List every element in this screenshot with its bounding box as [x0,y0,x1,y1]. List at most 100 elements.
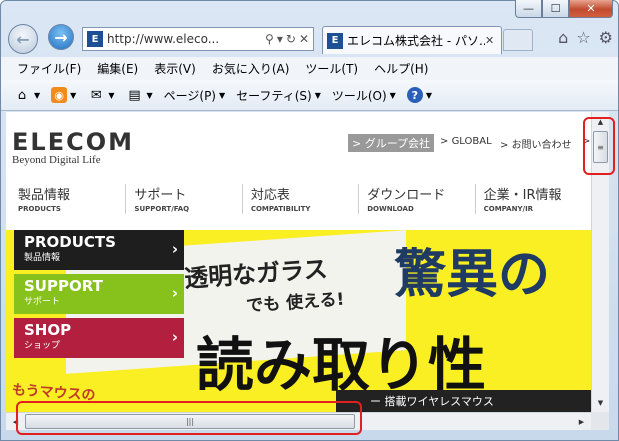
safety-menu-label: セーフティ(S) [236,88,312,103]
elecom-favicon-icon: E [87,31,103,47]
scroll-down-arrow-icon[interactable]: ▼ [592,394,609,411]
main-nav: 製品情報 PRODUCTS サポート SUPPORT/FAQ 対応表 COMPATIB… [12,184,591,214]
search-icon[interactable]: ⚲ [265,32,274,46]
nav-compatibility-jp: 対応表 [250,188,290,203]
back-arrow-icon: ← [16,29,30,49]
page-menu-label: ページ(P) [163,88,216,103]
url-text[interactable]: http://www.eleco... [107,32,265,46]
refresh-icon[interactable]: ↻ [286,32,296,46]
nav-support-en: SUPPORT/FAQ [134,205,190,213]
back-button[interactable]: ← [8,24,38,54]
chevron-down-icon: ▼ [34,90,41,100]
hero-strip-text: ー 搭載ワイヤレスマウス [336,390,591,412]
nav-download-jp: ダウンロード [367,188,446,203]
stop-icon[interactable]: ✕ [299,32,309,46]
hero-surprise-text: 驚異の [394,244,551,305]
tagline: Beyond Digital Life [12,154,101,166]
home-icon: ⌂ [17,87,27,103]
global-label: GLOBAL [451,136,492,147]
tab-title: エレコム株式会社 - パソ... [347,34,485,48]
menu-favorites[interactable]: お気に入り(A) [204,60,298,77]
scrollbar-corner [591,412,609,430]
nav-compatibility[interactable]: 対応表 COMPATIBILITY [241,184,358,214]
scroll-up-arrow-icon[interactable]: ▲ [592,113,609,130]
more-link[interactable]: > [582,136,590,147]
tools-gear-icon[interactable]: ⚙ [599,28,613,47]
chevron-down-icon: ▼ [146,90,153,100]
safety-menu[interactable]: セーフティ(S) ▼ [232,87,325,104]
nav-download[interactable]: ダウンロード DOWNLOAD [358,184,474,214]
side-button-products[interactable]: PRODUCTS 製品情報 › [14,230,184,270]
chevron-down-icon: ▼ [108,90,115,100]
group-companies-link[interactable]: > グループ会社 [348,134,434,152]
mail-icon: ✉ [90,87,102,103]
window-caption-buttons: — ☐ ✕ [515,0,613,18]
home-command[interactable]: ⌂ ▼ [9,86,44,104]
contact-label: お問い合わせ [511,140,572,151]
horizontal-scrollbar[interactable]: ◀ ||| ▶ [6,412,591,430]
tab-elecom[interactable]: E エレコム株式会社 - パソ... ✕ [322,26,502,54]
nav-company-jp: 企業・IR情報 [483,188,562,203]
vertical-scrollbar[interactable]: ▲ ≡ ▼ [591,112,609,412]
print-command[interactable]: ▤ ▼ [121,86,156,104]
side-support-en: SUPPORT [24,277,103,295]
tab-close-icon[interactable]: ✕ [485,34,501,47]
nav-products-en: PRODUCTS [18,205,61,213]
scroll-left-arrow-icon[interactable]: ◀ [7,413,24,430]
address-bar[interactable]: E http://www.eleco... ⚲ ▾ ↻ ✕ [82,27,314,51]
elecom-logo[interactable]: ELECOM [12,128,134,156]
tab-favicon-icon: E [327,32,343,49]
nav-compatibility-en: COMPATIBILITY [250,205,311,213]
group-companies-label: グループ会社 [364,137,431,150]
side-shop-jp: ショップ [24,341,61,351]
chevron-down-icon: ▼ [314,90,321,100]
hero-mouse-text: もうマウスの [11,382,96,404]
tools-menu[interactable]: ツール(O) ▼ [328,87,400,104]
minimize-button[interactable]: — [515,0,542,18]
page-menu[interactable]: ページ(P) ▼ [160,87,230,104]
nav-company[interactable]: 企業・IR情報 COMPANY/IR [474,184,591,214]
menu-bar: ファイル(F) 編集(E) 表示(V) お気に入り(A) ツール(T) ヘルプ(… [1,57,618,80]
horizontal-scroll-thumb[interactable]: ||| [25,414,355,429]
help-icon: ? [406,87,423,103]
favorites-star-icon[interactable]: ☆ [576,28,590,47]
feeds-command[interactable]: ◉ ▼ [47,87,80,103]
global-link[interactable]: > GLOBAL [440,136,492,147]
browser-right-icons: ⌂ ☆ ⚙ [558,28,613,47]
side-button-support[interactable]: SUPPORT サポート › [14,274,184,314]
contact-link[interactable]: > お問い合わせ [500,136,572,151]
menu-tools[interactable]: ツール(T) [297,60,366,77]
help-command[interactable]: ? ▼ [403,87,436,103]
side-button-shop[interactable]: SHOP ショップ › [14,318,184,358]
navigation-row: ← → E http://www.eleco... ⚲ ▾ ↻ ✕ E エレコム… [6,22,613,56]
vertical-scroll-thumb[interactable]: ≡ [593,131,608,163]
maximize-button[interactable]: ☐ [542,0,569,18]
printer-icon: ▤ [128,87,141,103]
menu-edit[interactable]: 編集(E) [89,60,146,77]
rss-icon: ◉ [51,87,68,103]
nav-download-en: DOWNLOAD [367,205,414,213]
chevron-right-icon: › [171,328,178,346]
home-icon[interactable]: ⌂ [558,28,568,47]
new-tab-button[interactable] [503,29,533,51]
forward-button[interactable]: → [48,24,74,50]
dropdown-arrow-icon[interactable]: ▾ [277,32,283,46]
chevron-down-icon: ▼ [425,90,432,100]
side-products-jp: 製品情報 [24,253,61,263]
menu-view[interactable]: 表示(V) [146,60,204,77]
chevron-right-icon: › [171,240,178,258]
nav-products[interactable]: 製品情報 PRODUCTS [12,184,125,214]
command-bar: ⌂ ▼ ◉ ▼ ✉ ▼ ▤ ▼ ページ(P) ▼ セーフティ(S) ▼ ツール(O) ▼ ? ▼ [1,80,618,111]
scroll-right-arrow-icon[interactable]: ▶ [573,413,590,430]
menu-help[interactable]: ヘルプ(H) [366,60,436,77]
nav-support[interactable]: サポート SUPPORT/FAQ [125,184,241,214]
nav-support-jp: サポート [134,188,187,203]
nav-products-jp: 製品情報 [18,188,71,203]
close-window-button[interactable]: ✕ [569,0,613,18]
chevron-down-icon: ▼ [389,90,396,100]
chevron-down-icon: ▼ [70,90,77,100]
mail-command[interactable]: ✉ ▼ [83,86,118,104]
grip-icon: ||| [185,417,195,426]
menu-file[interactable]: ファイル(F) [9,60,89,77]
grip-icon: ≡ [597,142,604,152]
